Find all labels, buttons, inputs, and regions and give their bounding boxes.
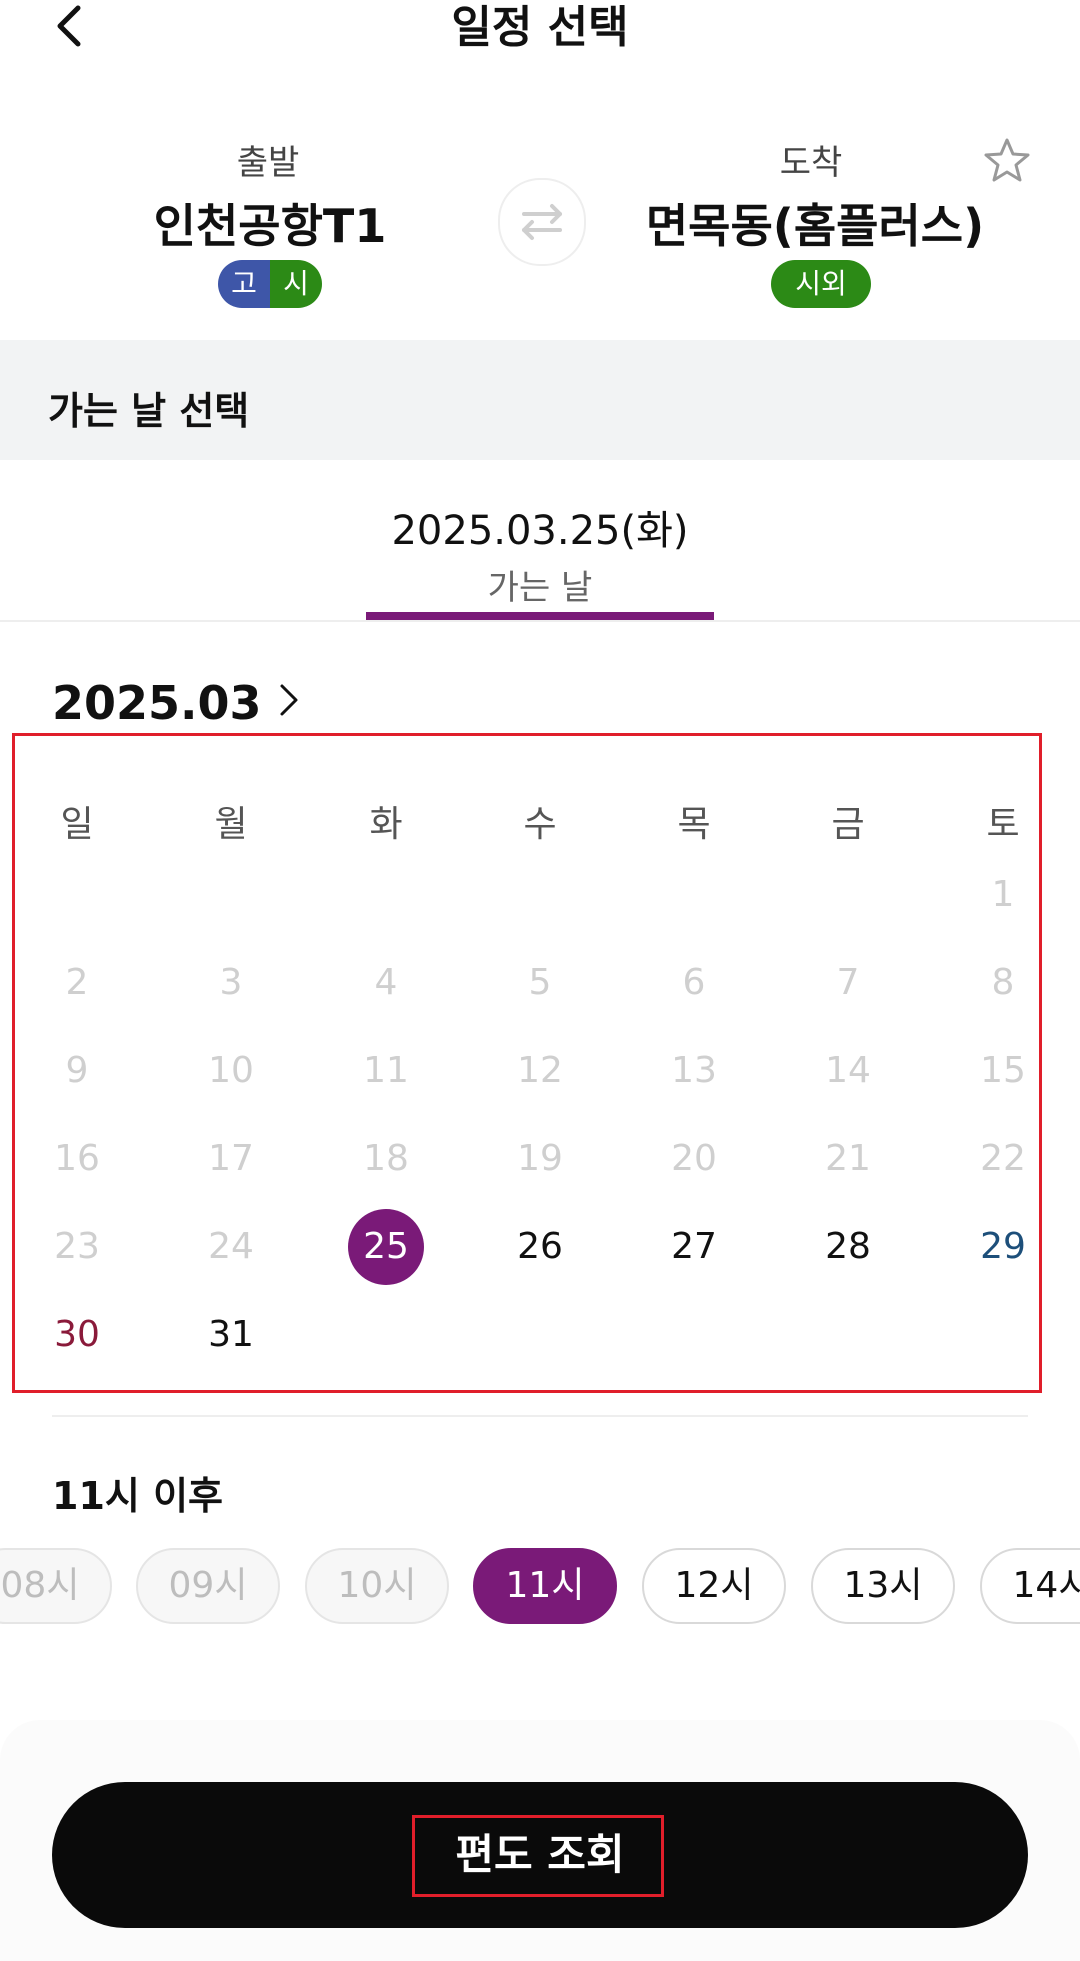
time-chip[interactable]: 08시 xyxy=(0,1548,112,1624)
calendar-day: 11 xyxy=(363,1050,409,1091)
divider xyxy=(0,620,1080,622)
calendar-day: 23 xyxy=(54,1226,100,1267)
section-title: 가는 날 선택 xyxy=(48,389,250,433)
calendar-day: 22 xyxy=(980,1138,1026,1179)
city-badge: 시 xyxy=(270,260,322,308)
calendar-day: 10 xyxy=(208,1050,254,1091)
time-filter-title: 11시 이후 xyxy=(52,1474,223,1518)
next-month-button[interactable] xyxy=(270,680,310,720)
calendar-day: 24 xyxy=(208,1226,254,1267)
intercity-badge: 시외 xyxy=(771,260,871,308)
calendar-day: 7 xyxy=(836,962,860,1003)
chevron-right-icon xyxy=(280,684,298,716)
calendar-day: 18 xyxy=(363,1138,409,1179)
calendar-day: 2 xyxy=(65,962,89,1003)
swap-button[interactable] xyxy=(498,178,586,266)
time-chip[interactable]: 11시 xyxy=(473,1548,617,1624)
calendar-day[interactable]: 29 xyxy=(963,1207,1043,1287)
search-button-label: 편도 조회 xyxy=(455,1830,625,1879)
calendar-day: 6 xyxy=(682,962,706,1003)
calendar-day[interactable]: 27 xyxy=(654,1207,734,1287)
weekday-label: 화 xyxy=(369,804,403,845)
weekday-label: 목 xyxy=(677,804,711,845)
favorite-button[interactable] xyxy=(982,136,1032,186)
calendar-day[interactable]: 31 xyxy=(191,1295,271,1375)
departure-date-tab[interactable]: 2025.03.25(화) xyxy=(0,498,1080,556)
time-chip[interactable]: 09시 xyxy=(136,1548,280,1624)
weekday-label: 금 xyxy=(831,804,865,845)
calendar-day: 12 xyxy=(517,1050,563,1091)
calendar-day: 20 xyxy=(671,1138,717,1179)
calendar-day[interactable]: 26 xyxy=(500,1207,580,1287)
page-title: 일정 선택 xyxy=(451,2,629,53)
arrival-label: 도착 xyxy=(779,143,843,183)
express-badge: 고 xyxy=(218,260,270,308)
departure-badges: 고 시 xyxy=(218,260,322,308)
weekday-label: 월 xyxy=(214,804,248,845)
calendar-day: 14 xyxy=(825,1050,871,1091)
calendar-day[interactable]: 30 xyxy=(37,1295,117,1375)
calendar-month: 2025.03 xyxy=(52,676,262,730)
weekday-label: 수 xyxy=(523,804,557,845)
swap-arrows-icon xyxy=(522,204,562,240)
weekday-label: 일 xyxy=(60,804,94,845)
tab-active-indicator xyxy=(366,612,714,620)
divider xyxy=(52,1415,1028,1417)
weekday-label: 토 xyxy=(986,804,1020,845)
calendar-day: 13 xyxy=(671,1050,717,1091)
star-outline-icon xyxy=(984,138,1030,182)
calendar-day: 5 xyxy=(528,962,552,1003)
time-chip[interactable]: 14시 xyxy=(980,1548,1080,1624)
departure-label: 출발 xyxy=(236,143,300,183)
time-chip[interactable]: 13시 xyxy=(811,1548,955,1624)
departure-name[interactable]: 인천공항T1 xyxy=(120,190,420,256)
departure-date-tab-label: 가는 날 xyxy=(487,568,593,608)
calendar-day: 1 xyxy=(991,874,1015,915)
calendar-day: 8 xyxy=(991,962,1015,1003)
calendar-day: 4 xyxy=(374,962,398,1003)
calendar-day: 19 xyxy=(517,1138,563,1179)
calendar-day: 15 xyxy=(980,1050,1026,1091)
calendar-day[interactable]: 28 xyxy=(808,1207,888,1287)
calendar-day[interactable]: 25 xyxy=(348,1209,424,1285)
time-chip[interactable]: 12시 xyxy=(642,1548,786,1624)
time-chip[interactable]: 10시 xyxy=(305,1548,449,1624)
calendar-day: 9 xyxy=(65,1050,89,1091)
calendar-day: 21 xyxy=(825,1138,871,1179)
one-way-search-button[interactable]: 편도 조회 xyxy=(52,1782,1028,1928)
arrival-name[interactable]: 면목동(홈플러스) xyxy=(615,190,1015,256)
calendar-day: 3 xyxy=(219,962,243,1003)
calendar-day: 17 xyxy=(208,1138,254,1179)
calendar-day: 16 xyxy=(54,1138,100,1179)
